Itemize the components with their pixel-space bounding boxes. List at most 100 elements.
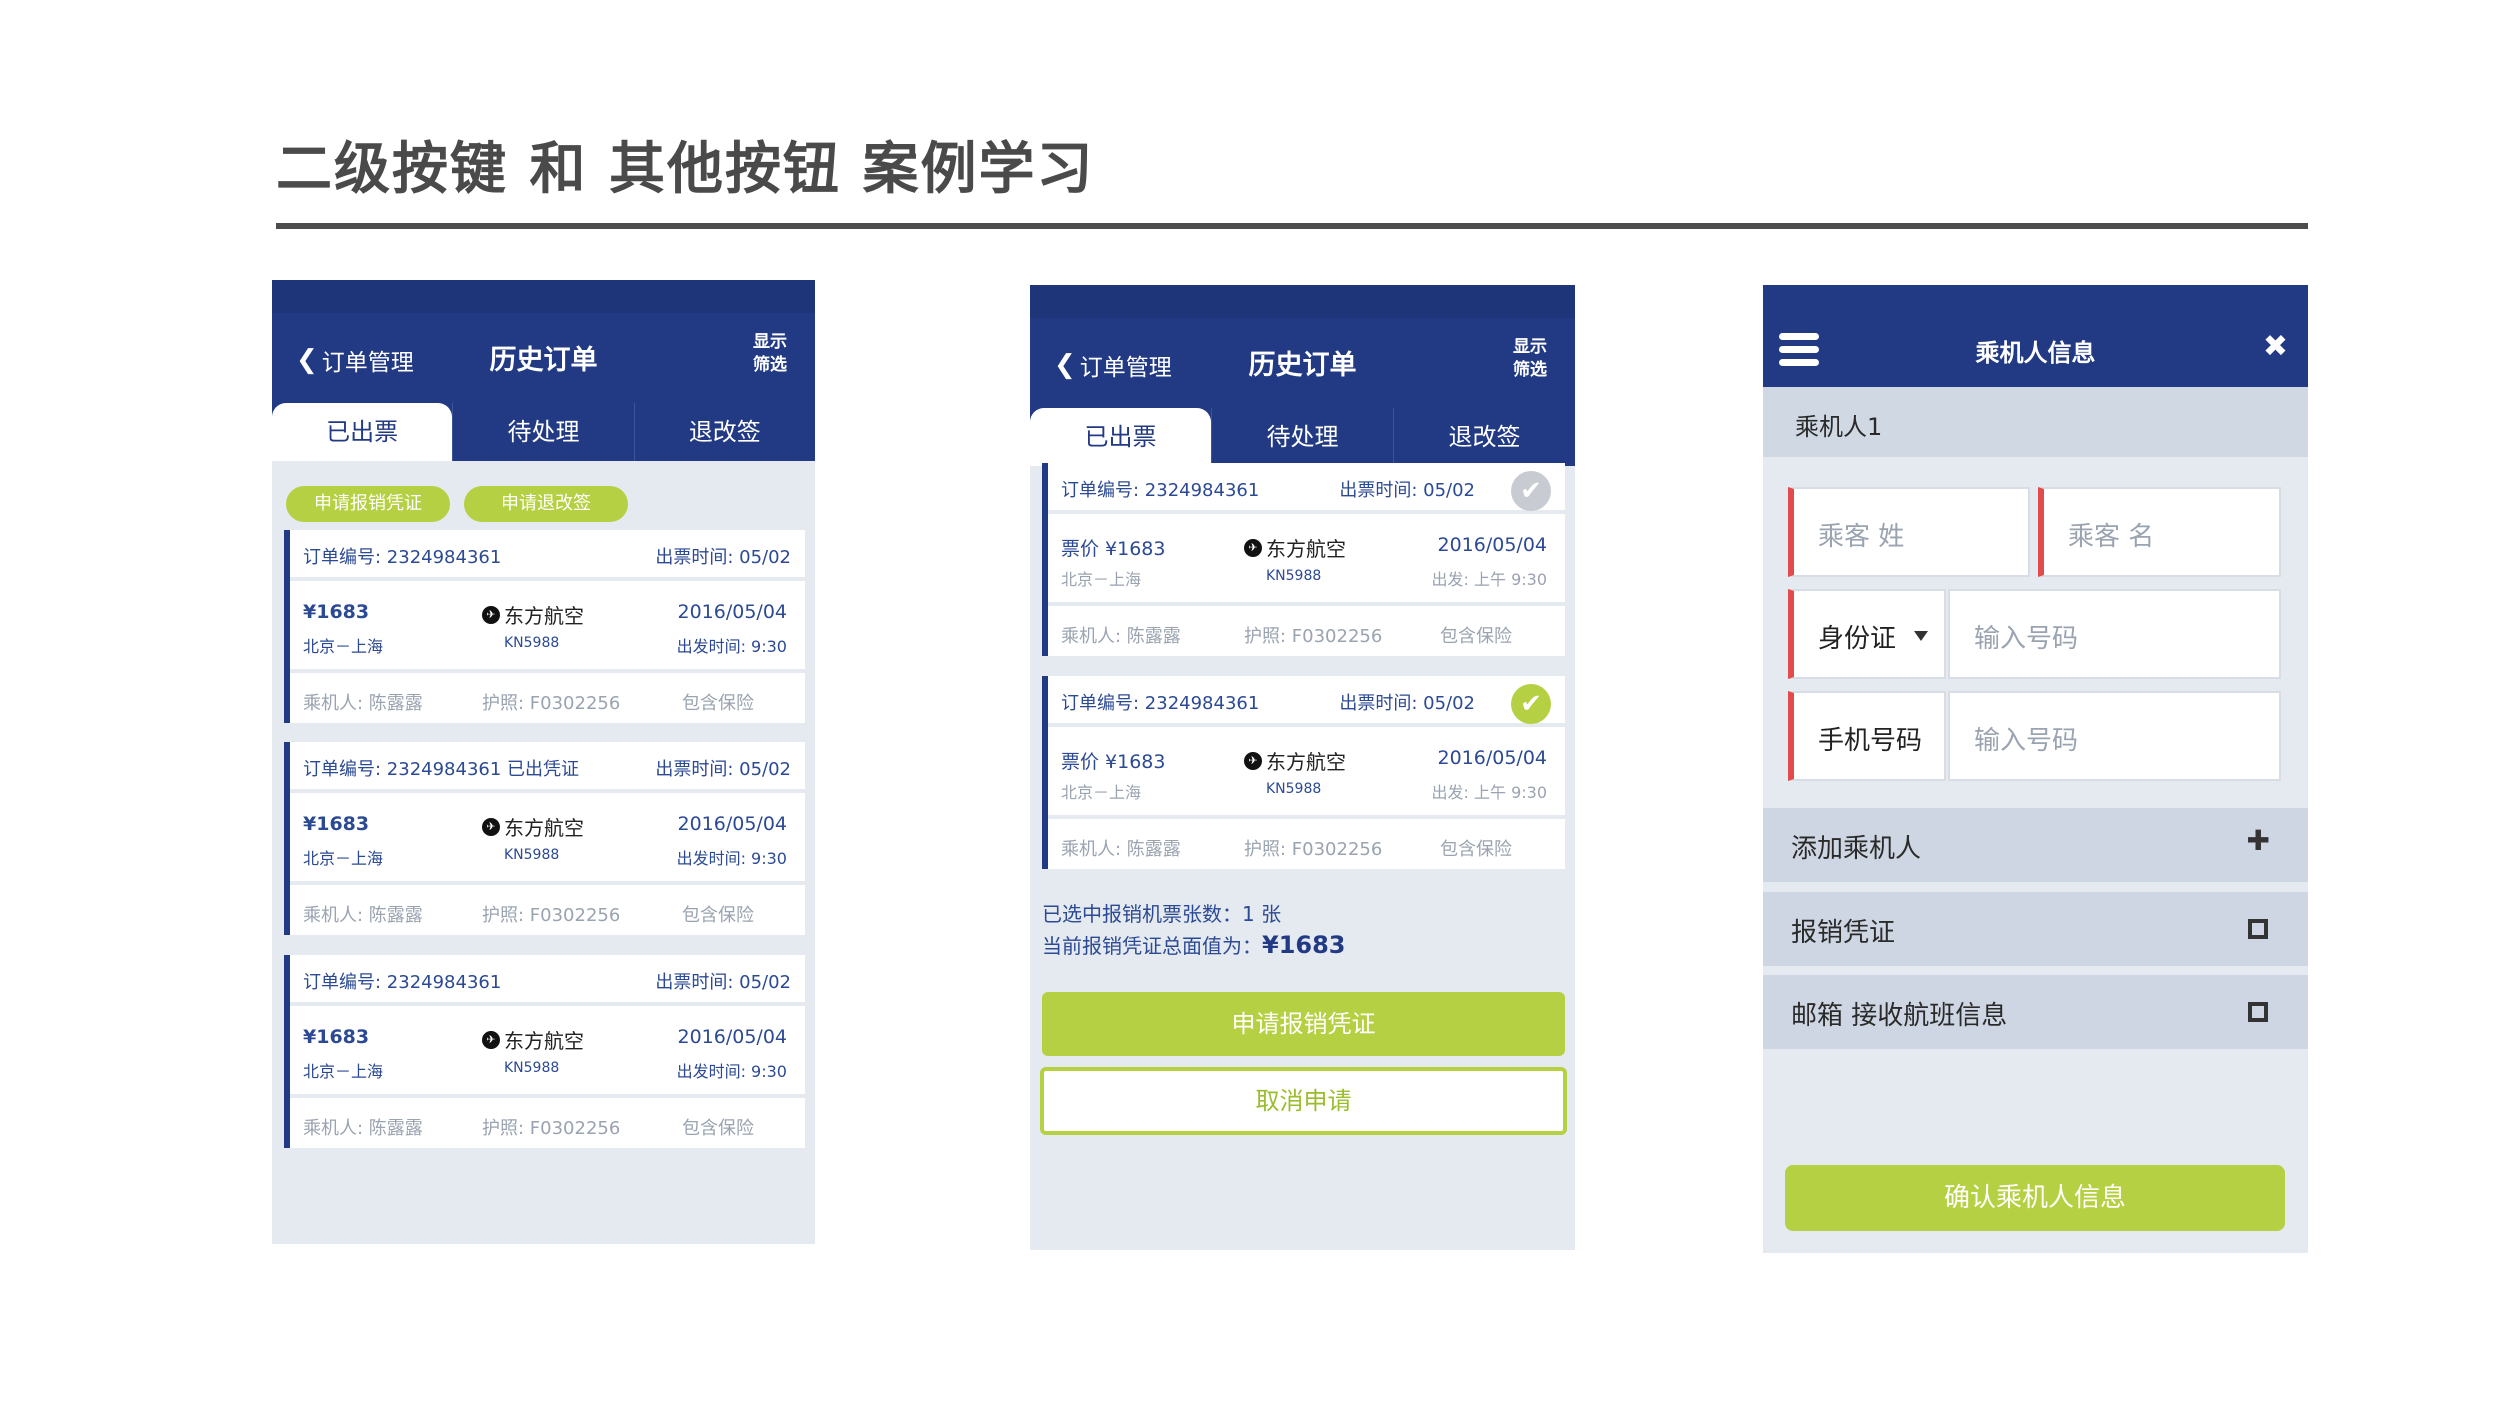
order-number: 订单编号: 2324984361 已出凭证 (303, 759, 580, 780)
order-header-row: 订单编号: 2324984361 已出凭证 出票时间: 05/02 (290, 742, 805, 789)
filter-label-1: 显示 (753, 332, 787, 352)
flight-info-row: 票价 ¥1683 北京－上海 ✈ 东方航空 KN5988 2016/05/04 出发: 上午… (1048, 727, 1565, 815)
route: 北京－上海 (1061, 570, 1142, 589)
id-type-select[interactable]: 身份证 (1788, 589, 1946, 679)
email-flight-row[interactable]: 邮箱 接收航班信息 (1763, 975, 2308, 1049)
insurance: 包含保险 (1440, 839, 1512, 860)
order-header-row: 订单编号: 2324984361 出票时间: 05/02 (290, 530, 805, 577)
price: ¥1683 (303, 813, 370, 835)
email-flight-checkbox[interactable] (2248, 1002, 2268, 1022)
passenger-row: 乘机人: 陈露露 护照: F0302256 包含保险 (290, 885, 805, 935)
airline-logo-icon: ✈ (1244, 751, 1262, 770)
filter-button[interactable]: 显示 筛选 (753, 331, 787, 377)
passenger: 乘机人: 陈露露 (303, 1118, 423, 1139)
givenname-input[interactable]: 乘客 名 (2038, 487, 2281, 577)
passenger-row: 乘机人: 陈露露 护照: F0302256 包含保险 (290, 673, 805, 723)
reimburse-row[interactable]: 报销凭证 (1763, 892, 2308, 966)
phone-history-orders: ❮ 订单管理 历史订单 显示 筛选 已出票 待处理 退改签 申请报销凭证 申请退… (272, 280, 815, 1244)
issue-time: 出票时间: 05/02 (655, 972, 791, 993)
airline: ✈ 东方航空 (1244, 746, 1346, 775)
route: 北京－上海 (303, 849, 384, 868)
order-number: 订单编号: 2324984361 (1061, 480, 1260, 501)
apply-receipt-button[interactable]: 申请报销凭证 (286, 486, 450, 522)
tab-issued[interactable]: 已出票 (272, 403, 453, 461)
flight-date: 2016/05/04 (677, 601, 787, 623)
confirm-passenger-button[interactable]: 确认乘机人信息 (1785, 1165, 2285, 1231)
price: ¥1683 (303, 1026, 370, 1048)
passport: 护照: F0302256 (1244, 626, 1383, 647)
airline: ✈ 东方航空 (1244, 533, 1346, 562)
price: ¥1683 (303, 601, 370, 623)
flight-date: 2016/05/04 (1437, 534, 1547, 556)
airline-name: 东方航空 (504, 816, 584, 840)
airline: ✈ 东方航空 (482, 600, 584, 629)
phone-number-placeholder: 输入号码 (1974, 726, 2079, 756)
nav-bar: ❮ 订单管理 历史订单 显示 筛选 (272, 313, 815, 403)
check-unselected-icon[interactable]: ✔ (1511, 471, 1551, 511)
total-value-label: 当前报销凭证总面值为： (1042, 934, 1262, 958)
flight-number: KN5988 (1266, 568, 1322, 584)
insurance: 包含保险 (1440, 626, 1512, 647)
airline-logo-icon: ✈ (482, 605, 500, 624)
passport: 护照: F0302256 (482, 1118, 621, 1139)
order-card[interactable]: 订单编号: 2324984361 出票时间: 05/02 ¥1683 北京－上海 ✈ 东方… (284, 530, 805, 723)
email-flight-label: 邮箱 接收航班信息 (1791, 1001, 2008, 1031)
id-number-input[interactable]: 输入号码 (1948, 589, 2281, 679)
section-label: 乘机人1 (1795, 413, 1883, 441)
issue-time: 出票时间: 05/02 (1339, 480, 1475, 501)
airline: ✈ 东方航空 (482, 1025, 584, 1054)
airline-name: 东方航空 (504, 1029, 584, 1053)
issue-time: 出票时间: 05/02 (655, 759, 791, 780)
insurance: 包含保险 (682, 693, 754, 714)
passenger: 乘机人: 陈露露 (303, 693, 423, 714)
add-passenger-row[interactable]: 添加乘机人 ✚ (1763, 808, 2308, 882)
phone-passenger-info: 乘机人信息 ✖ 乘机人1 乘客 姓 乘客 名 身份证 输入号码 手机号码 输入号… (1763, 285, 2308, 1253)
tab-pending[interactable]: 待处理 (452, 403, 633, 461)
surname-placeholder: 乘客 姓 (1818, 522, 1905, 552)
order-card[interactable]: 订单编号: 2324984361 已出凭证 出票时间: 05/02 ¥1683 北京－… (284, 742, 805, 935)
tab-refund[interactable]: 退改签 (633, 403, 815, 461)
route: 北京－上海 (303, 637, 384, 656)
phone-label: 手机号码 (1818, 726, 1923, 756)
check-selected-icon[interactable]: ✔ (1511, 684, 1551, 724)
tab-pending[interactable]: 待处理 (1211, 408, 1393, 466)
close-icon[interactable]: ✖ (2263, 329, 2288, 364)
status-bar (1030, 285, 1575, 318)
nav-bar: ❮ 订单管理 历史订单 显示 筛选 (1030, 318, 1575, 408)
filter-button[interactable]: 显示 筛选 (1513, 336, 1547, 382)
order-card[interactable]: 订单编号: 2324984361 出票时间: 05/02 ✔ 票价 ¥1683 北京－上… (1042, 676, 1565, 869)
tab-bar: 已出票 待处理 退改签 (1030, 408, 1575, 466)
order-number: 订单编号: 2324984361 (303, 972, 502, 993)
givenname-placeholder: 乘客 名 (2068, 522, 2155, 552)
flight-info-row: 票价 ¥1683 北京－上海 ✈ 东方航空 KN5988 2016/05/04 出发: 上午… (1048, 514, 1565, 602)
flight-number: KN5988 (504, 1060, 560, 1076)
passport: 护照: F0302256 (1244, 839, 1383, 860)
cancel-apply-button[interactable]: 取消申请 (1040, 1067, 1567, 1135)
surname-input[interactable]: 乘客 姓 (1788, 487, 2030, 577)
apply-refund-button[interactable]: 申请退改签 (464, 486, 628, 522)
tab-refund[interactable]: 退改签 (1393, 408, 1575, 466)
selected-count: 已选中报销机票张数：1 张 (1042, 902, 1282, 926)
passenger-row: 乘机人: 陈露露 护照: F0302256 包含保险 (290, 1098, 805, 1148)
status-bar (272, 280, 815, 313)
passenger-row: 乘机人: 陈露露 护照: F0302256 包含保险 (1048, 819, 1565, 869)
airline-logo-icon: ✈ (482, 1030, 500, 1049)
order-card[interactable]: 订单编号: 2324984361 出票时间: 05/02 ¥1683 北京－上海 ✈ 东方… (284, 955, 805, 1148)
insurance: 包含保险 (682, 905, 754, 926)
depart-time: 出发时间: 9:30 (676, 637, 787, 656)
passenger-row: 乘机人: 陈露露 护照: F0302256 包含保险 (1048, 606, 1565, 656)
passenger-section-header: 乘机人1 (1763, 387, 2308, 457)
phone-number-input[interactable]: 输入号码 (1948, 691, 2281, 781)
order-header-row: 订单编号: 2324984361 出票时间: 05/02 ✔ (1048, 676, 1565, 724)
reimburse-checkbox[interactable] (2248, 919, 2268, 939)
passport: 护照: F0302256 (482, 905, 621, 926)
airline: ✈ 东方航空 (482, 812, 584, 841)
apply-receipt-button[interactable]: 申请报销凭证 (1042, 992, 1565, 1056)
passenger: 乘机人: 陈露露 (1061, 839, 1181, 860)
id-type-value: 身份证 (1818, 624, 1897, 654)
depart-time: 出发时间: 9:30 (676, 1062, 787, 1081)
tab-issued[interactable]: 已出票 (1030, 408, 1211, 466)
passport: 护照: F0302256 (482, 693, 621, 714)
reimburse-label: 报销凭证 (1791, 918, 1896, 948)
order-card[interactable]: 订单编号: 2324984361 出票时间: 05/02 ✔ 票价 ¥1683 北京－上… (1042, 463, 1565, 656)
